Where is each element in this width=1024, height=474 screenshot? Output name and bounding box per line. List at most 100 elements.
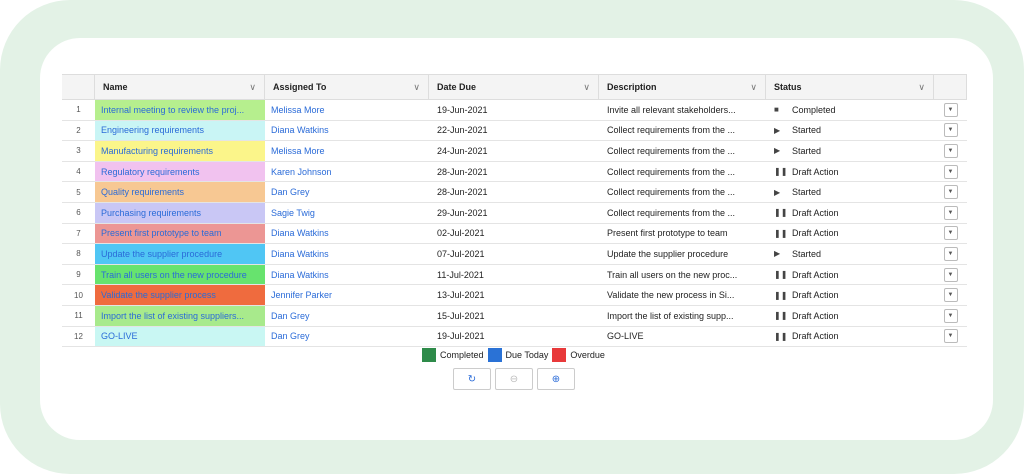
- table-row[interactable]: 9 Train all users on the new procedure D…: [62, 264, 967, 286]
- assigned-to-cell[interactable]: Dan Grey: [265, 182, 429, 202]
- date-due-cell[interactable]: 19-Jun-2021: [429, 100, 599, 120]
- task-name-cell[interactable]: Regulatory requirements: [95, 161, 265, 182]
- description-cell[interactable]: Collect requirements from the ...: [599, 203, 766, 223]
- table-row[interactable]: 3 Manufacturing requirements Melissa Mor…: [62, 141, 967, 162]
- zoom-out-button[interactable]: ⊖: [495, 368, 533, 390]
- status-cell[interactable]: ▶ Started: [766, 121, 934, 141]
- date-due-cell[interactable]: 28-Jun-2021: [429, 162, 599, 182]
- chevron-down-icon[interactable]: ∨: [583, 82, 590, 93]
- date-due-cell[interactable]: 02-Jul-2021: [429, 224, 599, 244]
- table-row[interactable]: 7 Present first prototype to team Diana …: [62, 223, 967, 245]
- assigned-to-cell[interactable]: Dan Grey: [265, 306, 429, 326]
- description-cell[interactable]: Present first prototype to team: [599, 224, 766, 244]
- description-cell[interactable]: Update the supplier procedure: [599, 244, 766, 264]
- column-header-assigned-to[interactable]: Assigned To ∨: [265, 75, 429, 99]
- task-name-cell[interactable]: GO-LIVE: [95, 326, 265, 347]
- date-due-cell[interactable]: 22-Jun-2021: [429, 121, 599, 141]
- description-cell[interactable]: Invite all relevant stakeholders...: [599, 100, 766, 120]
- assigned-to-cell[interactable]: Sagie Twig: [265, 203, 429, 223]
- description-cell[interactable]: Collect requirements from the ...: [599, 162, 766, 182]
- description-cell[interactable]: Collect requirements from the ...: [599, 121, 766, 141]
- table-row[interactable]: 2 Engineering requirements Diana Watkins…: [62, 120, 967, 142]
- table-row[interactable]: 8 Update the supplier procedure Diana Wa…: [62, 244, 967, 265]
- status-cell[interactable]: ❚❚ Draft Action: [766, 327, 934, 347]
- column-header-date-due[interactable]: Date Due ∨: [429, 75, 599, 99]
- task-name-cell[interactable]: Quality requirements: [95, 182, 265, 202]
- row-menu-button[interactable]: ▼: [943, 185, 958, 200]
- date-due-cell[interactable]: 15-Jul-2021: [429, 306, 599, 326]
- status-cell[interactable]: ■ Completed: [766, 100, 934, 120]
- assigned-to-cell[interactable]: Jennifer Parker: [265, 285, 429, 305]
- row-menu-button[interactable]: ▼: [943, 164, 958, 179]
- status-cell[interactable]: ❚❚ Draft Action: [766, 224, 934, 244]
- status-cell[interactable]: ❚❚ Draft Action: [766, 285, 934, 305]
- row-menu-button[interactable]: ▼: [943, 329, 958, 344]
- task-name-cell[interactable]: Engineering requirements: [95, 120, 265, 141]
- status-cell[interactable]: ▶ Started: [766, 244, 934, 264]
- row-menu-button[interactable]: ▼: [943, 308, 958, 323]
- status-cell[interactable]: ❚❚ Draft Action: [766, 162, 934, 182]
- row-menu-button[interactable]: ▼: [943, 143, 958, 158]
- task-name-cell[interactable]: Present first prototype to team: [95, 223, 265, 244]
- table-row[interactable]: 10 Validate the supplier process Jennife…: [62, 285, 967, 306]
- chevron-down-icon[interactable]: ∨: [918, 82, 925, 93]
- refresh-button[interactable]: ↻: [453, 368, 491, 390]
- assigned-to-cell[interactable]: Dan Grey: [265, 327, 429, 347]
- assigned-to-cell[interactable]: Karen Johnson: [265, 162, 429, 182]
- status-cell[interactable]: ❚❚ Draft Action: [766, 306, 934, 326]
- task-name-cell[interactable]: Purchasing requirements: [95, 202, 265, 223]
- task-name-cell[interactable]: Update the supplier procedure: [95, 244, 265, 264]
- assigned-to-cell[interactable]: Diana Watkins: [265, 265, 429, 285]
- date-due-cell[interactable]: 28-Jun-2021: [429, 182, 599, 202]
- date-due-cell[interactable]: 29-Jun-2021: [429, 203, 599, 223]
- assigned-to-cell[interactable]: Melissa More: [265, 100, 429, 120]
- chevron-down-icon[interactable]: ∨: [413, 82, 420, 93]
- row-menu-button[interactable]: ▼: [943, 205, 958, 220]
- pause-icon: ❚❚: [774, 167, 788, 177]
- table-row[interactable]: 4 Regulatory requirements Karen Johnson …: [62, 161, 967, 183]
- row-menu-button[interactable]: ▼: [943, 267, 958, 282]
- status-cell[interactable]: ▶ Started: [766, 182, 934, 202]
- status-cell[interactable]: ▶ Started: [766, 141, 934, 161]
- date-due-cell[interactable]: 13-Jul-2021: [429, 285, 599, 305]
- row-menu-button[interactable]: ▼: [943, 123, 958, 138]
- assigned-to-cell[interactable]: Melissa More: [265, 141, 429, 161]
- assigned-to-cell[interactable]: Diana Watkins: [265, 244, 429, 264]
- assigned-to-cell[interactable]: Diana Watkins: [265, 121, 429, 141]
- date-due-cell[interactable]: 07-Jul-2021: [429, 244, 599, 264]
- row-menu-button[interactable]: ▼: [943, 288, 958, 303]
- table-row[interactable]: 5 Quality requirements Dan Grey 28-Jun-2…: [62, 182, 967, 203]
- legend-swatch: [422, 348, 436, 362]
- column-header-description[interactable]: Description ∨: [599, 75, 766, 99]
- chevron-down-icon[interactable]: ∨: [249, 82, 256, 93]
- date-due-cell[interactable]: 19-Jul-2021: [429, 327, 599, 347]
- row-menu-button[interactable]: ▼: [943, 226, 958, 241]
- description-cell[interactable]: Collect requirements from the ...: [599, 141, 766, 161]
- status-cell[interactable]: ❚❚ Draft Action: [766, 265, 934, 285]
- task-name-cell[interactable]: Validate the supplier process: [95, 285, 265, 305]
- task-name-cell[interactable]: Internal meeting to review the proj...: [95, 100, 265, 120]
- date-due-cell[interactable]: 24-Jun-2021: [429, 141, 599, 161]
- table-row[interactable]: 1 Internal meeting to review the proj...…: [62, 100, 967, 121]
- task-name-cell[interactable]: Manufacturing requirements: [95, 141, 265, 161]
- status-cell[interactable]: ❚❚ Draft Action: [766, 203, 934, 223]
- row-menu-button[interactable]: ▼: [943, 102, 958, 117]
- date-due-cell[interactable]: 11-Jul-2021: [429, 265, 599, 285]
- task-name-cell[interactable]: Import the list of existing suppliers...: [95, 305, 265, 326]
- description-cell[interactable]: Import the list of existing supp...: [599, 306, 766, 326]
- column-header-status[interactable]: Status ∨: [766, 75, 934, 99]
- description-cell[interactable]: Collect requirements from the ...: [599, 182, 766, 202]
- column-header-name[interactable]: Name ∨: [95, 75, 265, 99]
- description-cell[interactable]: Train all users on the new proc...: [599, 265, 766, 285]
- row-menu-button[interactable]: ▼: [943, 246, 958, 261]
- assigned-to-cell[interactable]: Diana Watkins: [265, 224, 429, 244]
- description-cell[interactable]: GO-LIVE: [599, 327, 766, 347]
- zoom-in-button[interactable]: ⊕: [537, 368, 575, 390]
- task-name-cell[interactable]: Train all users on the new procedure: [95, 264, 265, 285]
- status-label: Draft Action: [792, 207, 839, 218]
- table-row[interactable]: 6 Purchasing requirements Sagie Twig 29-…: [62, 202, 967, 224]
- chevron-down-icon[interactable]: ∨: [750, 82, 757, 93]
- table-row[interactable]: 12 GO-LIVE Dan Grey 19-Jul-2021 GO-LIVE …: [62, 326, 967, 348]
- description-cell[interactable]: Validate the new process in Si...: [599, 285, 766, 305]
- table-row[interactable]: 11 Import the list of existing suppliers…: [62, 305, 967, 327]
